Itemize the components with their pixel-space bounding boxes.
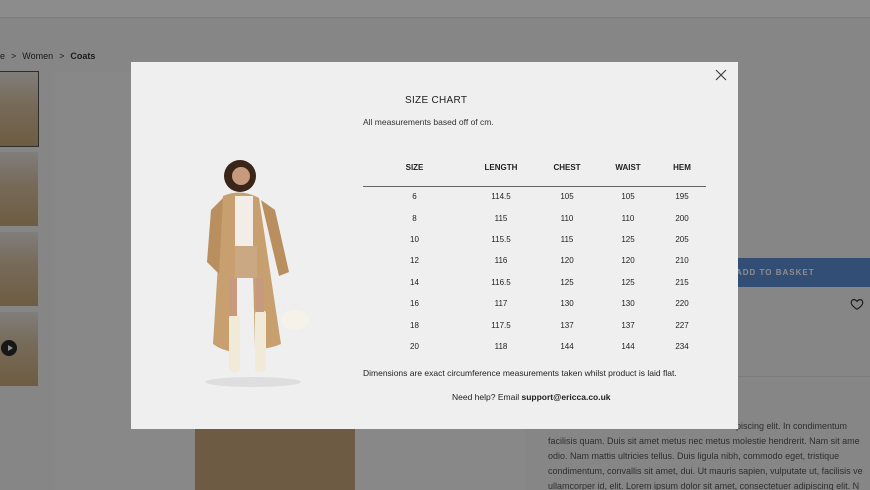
table-cell: 115 bbox=[494, 213, 508, 223]
table-cell: 118 bbox=[494, 341, 508, 351]
table-cell: 10 bbox=[410, 234, 419, 244]
table-row: 8 115 110 110 200 bbox=[363, 207, 706, 228]
help-prefix: Need help? Email bbox=[452, 392, 522, 402]
table-row: 10 115.5 115 125 205 bbox=[363, 229, 706, 250]
table-cell: 16 bbox=[410, 299, 419, 309]
table-cell: 220 bbox=[675, 299, 689, 309]
table-cell: 110 bbox=[560, 213, 574, 223]
table-cell: 8 bbox=[412, 213, 417, 223]
table-cell: 117 bbox=[494, 299, 508, 309]
table-row: 6 114.5 105 105 195 bbox=[363, 186, 706, 207]
size-chart-table: SIZE LENGTH CHEST WAIST HEM 6 114.5 105 105… bbox=[363, 150, 706, 357]
table-cell: 144 bbox=[560, 341, 574, 351]
table-cell: 117.5 bbox=[491, 320, 511, 330]
table-row: 12 116 120 120 210 bbox=[363, 250, 706, 271]
column-header: HEM bbox=[658, 150, 706, 187]
size-chart-modal: SIZE CHART All measurements based off of… bbox=[131, 62, 738, 429]
table-cell: 105 bbox=[621, 192, 635, 202]
table-cell: 14 bbox=[410, 277, 419, 287]
modal-subtitle: All measurements based off of cm. bbox=[363, 117, 494, 127]
column-header: SIZE bbox=[363, 150, 466, 187]
table-cell: 116.5 bbox=[491, 277, 511, 287]
table-cell: 115.5 bbox=[491, 234, 511, 244]
table-cell: 200 bbox=[675, 213, 689, 223]
table-cell: 120 bbox=[560, 256, 574, 266]
table-header-row: SIZE LENGTH CHEST WAIST HEM bbox=[363, 150, 706, 187]
column-header: LENGTH bbox=[466, 150, 536, 187]
table-cell: 115 bbox=[560, 234, 574, 244]
close-icon[interactable] bbox=[714, 68, 728, 82]
table-cell: 18 bbox=[410, 320, 419, 330]
table-cell: 210 bbox=[675, 256, 689, 266]
table-cell: 130 bbox=[560, 299, 574, 309]
table-cell: 114.5 bbox=[491, 192, 511, 202]
table-cell: 120 bbox=[621, 256, 635, 266]
table-cell: 116 bbox=[494, 256, 508, 266]
table-cell: 125 bbox=[621, 277, 635, 287]
table-cell: 105 bbox=[560, 192, 574, 202]
model-photo bbox=[163, 154, 346, 388]
table-cell: 137 bbox=[621, 320, 635, 330]
table-cell: 137 bbox=[560, 320, 574, 330]
column-header: CHEST bbox=[536, 150, 598, 187]
column-header: WAIST bbox=[598, 150, 658, 187]
table-cell: 205 bbox=[675, 234, 689, 244]
table-cell: 215 bbox=[675, 277, 689, 287]
table-cell: 20 bbox=[410, 341, 419, 351]
help-text: Need help? Email support@ericca.co.uk bbox=[452, 392, 611, 402]
table-cell: 125 bbox=[621, 234, 635, 244]
table-cell: 227 bbox=[675, 320, 689, 330]
table-cell: 6 bbox=[412, 192, 417, 202]
measurement-note: Dimensions are exact circumference measu… bbox=[363, 368, 677, 378]
model-illustration bbox=[163, 154, 346, 388]
table-cell: 144 bbox=[621, 341, 635, 351]
table-cell: 130 bbox=[621, 299, 635, 309]
table-row: 18 117.5 137 137 227 bbox=[363, 314, 706, 335]
table-row: 20 118 144 144 234 bbox=[363, 336, 706, 357]
table-cell: 125 bbox=[560, 277, 574, 287]
support-email-link[interactable]: support@ericca.co.uk bbox=[521, 392, 610, 402]
table-row: 16 117 130 130 220 bbox=[363, 293, 706, 314]
table-cell: 195 bbox=[675, 192, 689, 202]
table-row: 14 116.5 125 125 215 bbox=[363, 272, 706, 293]
table-cell: 12 bbox=[410, 256, 419, 266]
modal-title: SIZE CHART bbox=[405, 95, 468, 106]
table-cell: 110 bbox=[621, 213, 635, 223]
table-cell: 234 bbox=[675, 341, 689, 351]
